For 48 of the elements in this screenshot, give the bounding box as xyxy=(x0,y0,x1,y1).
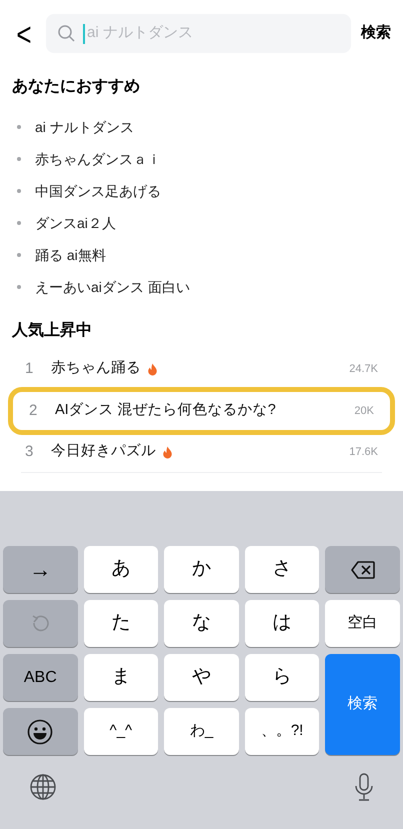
globe-icon[interactable] xyxy=(30,774,56,800)
suggestion-item[interactable]: 中国ダンス足あげる xyxy=(35,180,161,202)
keyboard-key[interactable]: あ xyxy=(84,546,158,593)
trending-row[interactable]: 2 AIダンス 混ぜたら何色なるかな? 20K xyxy=(8,387,395,435)
back-button[interactable]: < xyxy=(12,17,36,50)
keyboard-key[interactable]: さ xyxy=(244,546,320,593)
trending-row[interactable]: 1 赤ちゃん踊る 24.7K xyxy=(21,349,382,390)
keyboard-key[interactable]: 空白 xyxy=(325,600,400,647)
rank-number: 1 xyxy=(25,358,34,379)
keyboard-key[interactable]: た xyxy=(84,600,158,647)
trending-title: 赤ちゃん踊る xyxy=(51,359,141,378)
search-field[interactable]: ai ナルトダンス xyxy=(46,14,351,53)
suggestion-item[interactable]: ai ナルトダンス xyxy=(35,116,134,138)
keyboard-key[interactable]: や xyxy=(164,654,239,701)
suggestion-item[interactable]: 踊る ai無料 xyxy=(35,244,106,266)
search-icon xyxy=(58,25,75,42)
keyboard-key[interactable]: ABC xyxy=(3,654,78,701)
rank-number: 2 xyxy=(29,400,38,421)
keyboard-key[interactable]: ^_^ xyxy=(84,708,158,755)
keyboard-key[interactable]: か xyxy=(164,546,239,593)
keyboard-key[interactable]: は xyxy=(244,600,320,647)
trending-row[interactable]: 3 今日好きパズル 17.6K xyxy=(21,432,382,473)
search-key[interactable]: 検索 xyxy=(325,654,400,755)
suggestion-item[interactable]: えーあいaiダンス 面白い xyxy=(35,276,190,298)
view-count: 20K xyxy=(354,404,374,419)
keyboard-key[interactable]: 、。?! xyxy=(244,708,320,755)
keyboard-key[interactable]: な xyxy=(164,600,239,647)
undo-icon xyxy=(31,614,50,634)
emoji-icon xyxy=(27,718,54,744)
trending-title: 今日好きパズル xyxy=(51,442,156,462)
suggestion-item[interactable]: 赤ちゃんダンスａｉ xyxy=(35,148,161,170)
backspace-icon xyxy=(350,560,375,578)
keyboard-key[interactable]: → xyxy=(3,546,78,593)
keyboard-key[interactable]: わ_ xyxy=(164,708,239,755)
trending-title: AIダンス 混ぜたら何色なるかな? xyxy=(55,401,276,420)
search-input[interactable]: ai ナルトダンス xyxy=(87,22,339,45)
search-button[interactable]: 検索 xyxy=(361,22,391,45)
keyboard-key[interactable] xyxy=(325,546,400,593)
keyboard-key[interactable]: ま xyxy=(84,654,158,701)
view-count: 24.7K xyxy=(349,362,378,377)
view-count: 17.6K xyxy=(349,444,378,460)
section-title: あなたにおすすめ xyxy=(11,77,141,97)
keyboard-key[interactable]: ら xyxy=(244,654,320,701)
suggestion-item[interactable]: ダンスai２人 xyxy=(35,212,116,234)
rank-number: 3 xyxy=(25,442,34,462)
section-title: 人気上昇中 xyxy=(10,320,93,341)
keyboard-key[interactable] xyxy=(3,708,78,755)
microphone-icon[interactable] xyxy=(355,773,373,801)
